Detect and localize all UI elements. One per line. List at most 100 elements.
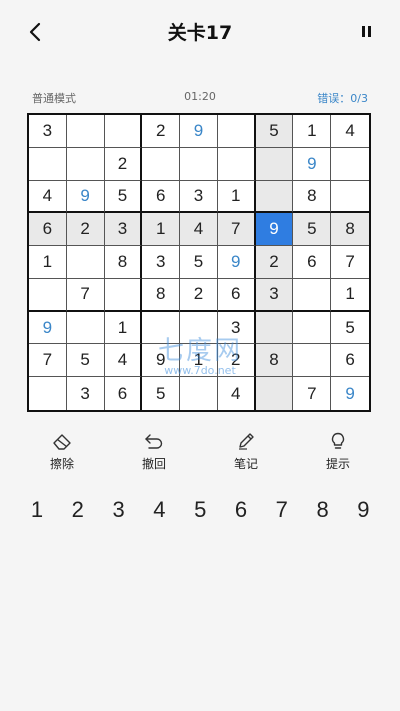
sudoku-cell[interactable] [142, 311, 181, 345]
sudoku-cell[interactable]: 1 [217, 180, 256, 214]
sudoku-cell[interactable]: 9 [66, 180, 105, 214]
sudoku-cell[interactable]: 6 [29, 213, 67, 247]
sudoku-cell[interactable]: 4 [331, 115, 369, 148]
sudoku-cell[interactable]: 3 [217, 311, 256, 345]
sudoku-cell[interactable] [217, 115, 256, 148]
sudoku-cell[interactable]: 5 [104, 180, 143, 214]
sudoku-cell[interactable] [293, 344, 332, 378]
sudoku-cell[interactable] [29, 278, 67, 312]
sudoku-cell[interactable]: 8 [331, 213, 369, 247]
sudoku-cell[interactable]: 7 [293, 377, 332, 410]
sudoku-cell[interactable] [217, 147, 256, 181]
sudoku-cell[interactable] [331, 148, 369, 181]
notes-button[interactable]: 笔记 [216, 432, 276, 478]
sudoku-cell[interactable]: 6 [142, 180, 181, 214]
numpad-key[interactable]: 7 [262, 492, 302, 528]
sudoku-cell[interactable]: 9 [293, 147, 332, 181]
sudoku-cell[interactable]: 6 [293, 246, 332, 279]
sudoku-cell[interactable]: 9 [331, 377, 369, 410]
numpad-key[interactable]: 4 [139, 492, 179, 528]
sudoku-cell[interactable] [104, 115, 143, 148]
header: 关卡17 [0, 0, 400, 66]
sudoku-cell[interactable] [142, 147, 181, 181]
sudoku-cell[interactable]: 1 [180, 344, 218, 378]
page-title: 关卡17 [167, 22, 233, 44]
undo-button[interactable]: 撤回 [124, 432, 184, 478]
sudoku-cell[interactable]: 5 [255, 115, 294, 148]
sudoku-cell[interactable] [66, 311, 105, 345]
sudoku-cell[interactable]: 6 [331, 344, 369, 378]
sudoku-cell[interactable]: 2 [217, 344, 256, 378]
erase-button[interactable]: 擦除 [32, 432, 92, 478]
sudoku-cell[interactable]: 2 [66, 213, 105, 247]
sudoku-cell[interactable]: 9 [180, 115, 218, 148]
sudoku-cell[interactable]: 3 [142, 246, 181, 279]
sudoku-cell[interactable] [180, 311, 218, 345]
error-counter: 错误：0/3 [317, 92, 368, 105]
sudoku-cell[interactable] [66, 246, 105, 279]
sudoku-cell[interactable] [29, 147, 67, 181]
sudoku-cell[interactable]: 7 [331, 246, 369, 279]
sudoku-cell[interactable]: 9 [29, 311, 67, 345]
sudoku-cell[interactable] [255, 377, 294, 410]
sudoku-cell[interactable]: 9 [217, 246, 256, 279]
sudoku-cell[interactable]: 3 [180, 180, 218, 214]
numpad-key[interactable]: 6 [221, 492, 261, 528]
sudoku-cell[interactable]: 5 [293, 213, 332, 247]
sudoku-cell[interactable]: 5 [66, 344, 105, 378]
sudoku-cell[interactable] [293, 278, 332, 312]
sudoku-cell[interactable]: 7 [29, 344, 67, 378]
sudoku-cell[interactable]: 8 [293, 180, 332, 214]
sudoku-cell[interactable] [29, 377, 67, 410]
sudoku-cell[interactable]: 4 [180, 213, 218, 247]
sudoku-cell[interactable]: 6 [217, 278, 256, 312]
sudoku-cell[interactable]: 2 [180, 278, 218, 312]
sudoku-cell[interactable]: 1 [331, 279, 369, 312]
sudoku-cell[interactable]: 1 [293, 115, 332, 148]
sudoku-cell[interactable]: 8 [142, 278, 181, 312]
sudoku-cell[interactable]: 1 [104, 311, 143, 345]
sudoku-cell[interactable]: 4 [104, 344, 143, 378]
pause-button[interactable] [360, 24, 374, 40]
sudoku-cell[interactable] [180, 147, 218, 181]
sudoku-cell[interactable] [331, 181, 369, 214]
numpad-key[interactable]: 1 [17, 492, 57, 528]
number-pad: 123456789 [17, 492, 383, 528]
sudoku-cell[interactable]: 3 [104, 213, 143, 247]
sudoku-cell[interactable]: 4 [218, 377, 256, 410]
sudoku-cell[interactable]: 4 [29, 180, 67, 214]
sudoku-cell[interactable]: 1 [29, 246, 67, 279]
sudoku-cell[interactable]: 1 [142, 213, 181, 247]
sudoku-cell[interactable]: 2 [142, 115, 181, 148]
sudoku-cell[interactable]: 3 [67, 377, 105, 410]
sudoku-cell[interactable]: 7 [66, 278, 105, 312]
hint-button[interactable]: 提示 [308, 432, 368, 478]
sudoku-cell[interactable] [180, 377, 218, 410]
sudoku-cell[interactable]: 6 [105, 377, 143, 410]
sudoku-cell[interactable]: 5 [180, 246, 218, 279]
sudoku-cell[interactable]: 3 [255, 278, 294, 312]
sudoku-cell[interactable]: 5 [142, 377, 181, 410]
numpad-key[interactable]: 3 [99, 492, 139, 528]
numpad-key[interactable]: 5 [180, 492, 220, 528]
sudoku-cell[interactable]: 9 [142, 344, 181, 378]
sudoku-cell[interactable] [255, 147, 294, 181]
sudoku-cell[interactable]: 5 [331, 312, 369, 345]
pencil-icon [239, 433, 254, 450]
sudoku-cell[interactable] [66, 115, 105, 148]
sudoku-cell[interactable] [255, 180, 294, 214]
sudoku-cell[interactable]: 9 [255, 213, 294, 247]
numpad-key[interactable]: 2 [58, 492, 98, 528]
numpad-key[interactable]: 8 [303, 492, 343, 528]
sudoku-cell[interactable] [66, 147, 105, 181]
sudoku-cell[interactable] [293, 311, 332, 345]
sudoku-cell[interactable]: 2 [255, 246, 294, 279]
sudoku-cell[interactable]: 3 [29, 115, 67, 148]
sudoku-cell[interactable]: 8 [255, 344, 294, 378]
sudoku-cell[interactable]: 8 [104, 246, 143, 279]
sudoku-cell[interactable] [104, 278, 143, 312]
sudoku-cell[interactable]: 2 [104, 147, 143, 181]
sudoku-cell[interactable]: 7 [217, 213, 256, 247]
sudoku-cell[interactable] [255, 311, 294, 345]
numpad-key[interactable]: 9 [343, 492, 383, 528]
